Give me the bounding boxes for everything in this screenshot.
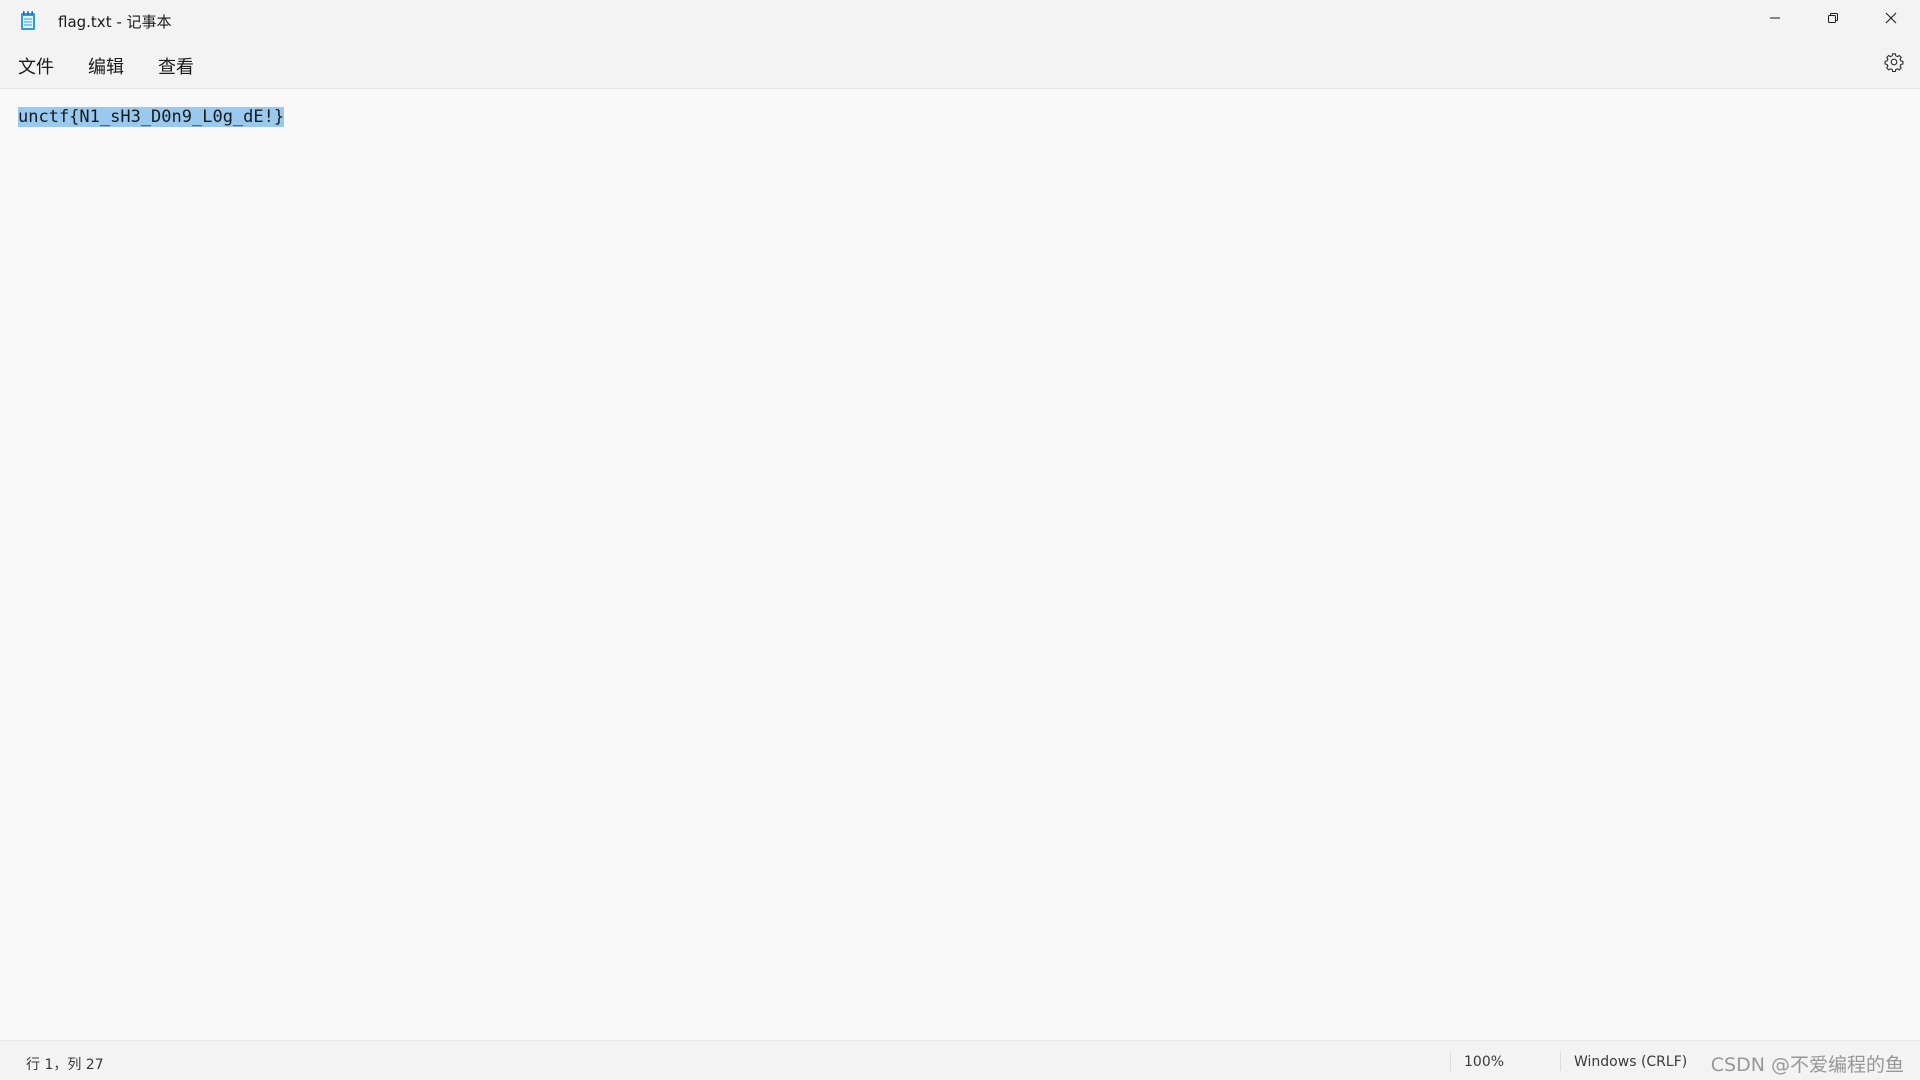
close-button[interactable] [1862,0,1920,36]
status-divider [1560,1051,1561,1071]
menu-file[interactable]: 文件 [16,53,56,79]
window-title: flag.txt - 记事本 [58,13,172,31]
cursor-position: 行 1，列 27 [26,1057,104,1073]
selected-text[interactable]: unctf{N1_sH3_D0n9_L0g_dE!} [18,107,285,127]
gear-icon [1884,52,1904,76]
menu-edit[interactable]: 编辑 [86,53,126,79]
text-editor[interactable]: unctf{N1_sH3_D0n9_L0g_dE!} [0,89,1920,1040]
status-bar: 行 1，列 27 100% Windows (CRLF) CSDN @不爱编程的… [0,1040,1920,1080]
restore-icon [1827,12,1839,24]
line-ending[interactable]: Windows (CRLF) [1574,1054,1687,1070]
watermark: CSDN @不爱编程的鱼 [1710,1054,1904,1076]
window-controls [1746,0,1920,40]
minimize-icon [1769,12,1781,24]
notepad-icon [20,10,36,31]
notepad-window: flag.txt - 记事本 文件 编辑 查看 unctf{N1_sH3_D0n… [0,0,1920,1080]
close-icon [1885,12,1897,24]
restore-button[interactable] [1804,0,1862,36]
menu-view[interactable]: 查看 [156,53,196,79]
zoom-level[interactable]: 100% [1464,1054,1504,1070]
status-divider [1450,1051,1451,1071]
settings-button[interactable] [1882,52,1906,76]
editor-line[interactable]: unctf{N1_sH3_D0n9_L0g_dE!} [18,106,285,128]
title-bar[interactable]: flag.txt - 记事本 [0,0,1920,40]
minimize-button[interactable] [1746,0,1804,36]
menu-bar: 文件 编辑 查看 [0,40,1920,89]
